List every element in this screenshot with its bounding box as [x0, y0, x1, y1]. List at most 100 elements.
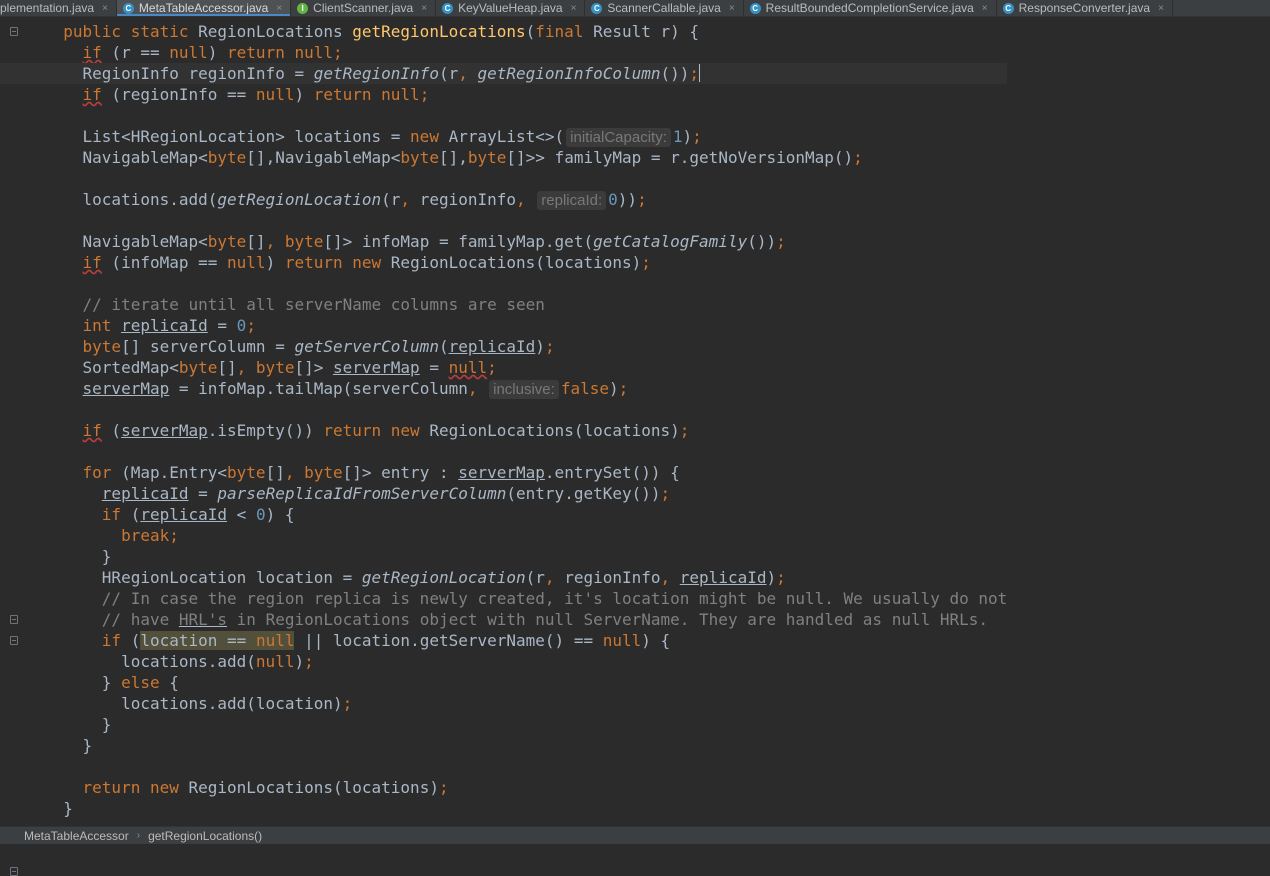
code-line[interactable]: for (Map.Entry<byte[], byte[]> entry : s… — [44, 462, 1007, 483]
code-editor[interactable]: public static RegionLocations getRegionL… — [0, 17, 1270, 825]
code-token: if — [82, 43, 102, 62]
code-token: byte — [207, 232, 247, 251]
code-line[interactable]: List<HRegionLocation> locations = new Ar… — [44, 126, 1007, 147]
code-line[interactable]: if (serverMap.isEmpty()) return new Regi… — [44, 420, 1007, 441]
code-token: public static — [63, 22, 199, 41]
code-token: parseReplicaIdFromServerColumn — [217, 484, 507, 503]
code-line[interactable]: if (replicaId < 0) { — [44, 504, 1007, 525]
breadcrumb-item[interactable]: MetaTableAccessor — [24, 829, 129, 843]
code-token: ( — [130, 631, 141, 650]
code-line[interactable]: NavigableMap<byte[],NavigableMap<byte[],… — [44, 147, 1007, 168]
code-line[interactable]: public static RegionLocations getRegionL… — [44, 21, 1007, 42]
code-line[interactable]: } — [44, 798, 1007, 819]
code-line[interactable]: locations.add(null); — [44, 651, 1007, 672]
code-token: [] serverColumn = — [121, 337, 295, 356]
code-line[interactable]: } — [44, 714, 1007, 735]
java-class-icon: C — [442, 2, 454, 14]
code-line[interactable]: replicaId = parseReplicaIdFromServerColu… — [44, 483, 1007, 504]
close-icon[interactable]: × — [571, 3, 577, 14]
code-line[interactable]: int replicaId = 0; — [44, 315, 1007, 336]
code-line[interactable]: if (regionInfo == null) return null; — [44, 84, 1007, 105]
code-line[interactable] — [44, 441, 1007, 462]
code-line[interactable]: HRegionLocation location = getRegionLoca… — [44, 567, 1007, 588]
code-line[interactable]: } — [44, 546, 1007, 567]
fold-marker-icon[interactable] — [10, 867, 18, 876]
close-icon[interactable]: × — [421, 3, 427, 14]
code-line[interactable]: if (r == null) return null; — [44, 42, 1007, 63]
code-line[interactable]: // iterate until all serverName columns … — [44, 294, 1007, 315]
code-token: || location.getServerName() == — [294, 631, 603, 650]
code-line[interactable]: // In case the region replica is newly c… — [44, 588, 1007, 609]
close-icon[interactable]: × — [1158, 3, 1164, 14]
tab-label: plementation.java — [0, 1, 95, 15]
code-token: NavigableMap< — [44, 148, 208, 167]
code-token: (Map.Entry< — [121, 463, 228, 482]
code-token: replicaId — [121, 316, 208, 335]
code-line[interactable] — [44, 105, 1007, 126]
code-line[interactable]: if (location == null || location.getServ… — [44, 630, 1007, 651]
close-icon[interactable]: × — [982, 3, 988, 14]
editor-tab-metatableaccessor[interactable]: C MetaTableAccessor.java × — [116, 0, 292, 16]
code-line[interactable]: } — [44, 735, 1007, 756]
code-token: ; — [641, 253, 651, 272]
code-line[interactable]: // have HRL's in RegionLocations object … — [44, 609, 1007, 630]
code-token: byte — [207, 148, 247, 167]
close-icon[interactable]: × — [729, 3, 735, 14]
editor-tab-plementation[interactable]: plementation.java × — [0, 0, 117, 16]
code-token: 1 — [672, 127, 683, 146]
code-token: []> entry : — [342, 463, 459, 482]
code-line[interactable] — [44, 756, 1007, 777]
code-token: getRegionInfoColumn — [477, 64, 661, 83]
code-token: serverMap — [121, 421, 208, 440]
code-line[interactable]: return new RegionLocations(locations); — [44, 777, 1007, 798]
close-icon[interactable]: × — [276, 3, 282, 14]
code-token: (regionInfo == — [101, 85, 256, 104]
code-token: ; — [618, 379, 629, 398]
code-token: ; — [304, 652, 314, 671]
code-line[interactable]: if (infoMap == null) return new RegionLo… — [44, 252, 1007, 273]
code-token: , — [400, 190, 420, 209]
code-token: , — [467, 379, 488, 398]
code-token: null — [227, 253, 266, 272]
code-line[interactable]: serverMap = infoMap.tailMap(serverColumn… — [44, 378, 1007, 399]
text-caret — [699, 64, 701, 82]
editor-tab-clientscanner[interactable]: I ClientScanner.java × — [291, 0, 437, 16]
code-token: [], — [438, 148, 468, 167]
java-class-icon: C — [122, 2, 134, 14]
editor-tab-scannercallable[interactable]: C ScannerCallable.java × — [585, 0, 744, 16]
code-token: final — [535, 22, 594, 41]
code-line[interactable]: byte[] serverColumn = getServerColumn(re… — [44, 336, 1007, 357]
code-line[interactable]: RegionInfo regionInfo = getRegionInfo(r,… — [0, 63, 1008, 84]
editor-tab-resultboundedcompletionservice[interactable]: C ResultBoundedCompletionService.java × — [744, 0, 997, 16]
code-token: null — [602, 631, 642, 650]
code-token: ; — [246, 316, 256, 335]
tab-label: ClientScanner.java — [313, 1, 414, 15]
code-line[interactable]: } else { — [44, 672, 1007, 693]
code-line[interactable]: NavigableMap<byte[], byte[]> infoMap = f… — [44, 231, 1007, 252]
code-line[interactable]: locations.add(getRegionLocation(r, regio… — [44, 189, 1007, 210]
code-line[interactable] — [44, 210, 1007, 231]
code-token: } — [44, 799, 73, 818]
parameter-hint: initialCapacity: — [566, 128, 671, 147]
code-content[interactable]: public static RegionLocations getRegionL… — [0, 21, 1008, 819]
code-line[interactable] — [44, 399, 1007, 420]
editor-tab-keyvalueheap[interactable]: C KeyValueHeap.java × — [436, 0, 586, 16]
breadcrumb-item[interactable]: getRegionLocations() — [148, 829, 262, 843]
close-icon[interactable]: × — [102, 3, 108, 14]
code-token: ) { — [641, 631, 671, 650]
code-line[interactable]: locations.add(location); — [44, 693, 1007, 714]
java-interface-icon: I — [297, 2, 309, 14]
code-line[interactable] — [44, 273, 1007, 294]
code-token: ; — [342, 694, 353, 713]
editor-tab-responseconverter[interactable]: C ResponseConverter.java × — [997, 0, 1173, 16]
code-line[interactable]: SortedMap<byte[], byte[]> serverMap = nu… — [44, 357, 1007, 378]
code-token: null — [448, 358, 488, 377]
code-line[interactable]: break; — [44, 525, 1007, 546]
code-line[interactable] — [44, 168, 1007, 189]
code-token: ()) — [747, 232, 777, 251]
